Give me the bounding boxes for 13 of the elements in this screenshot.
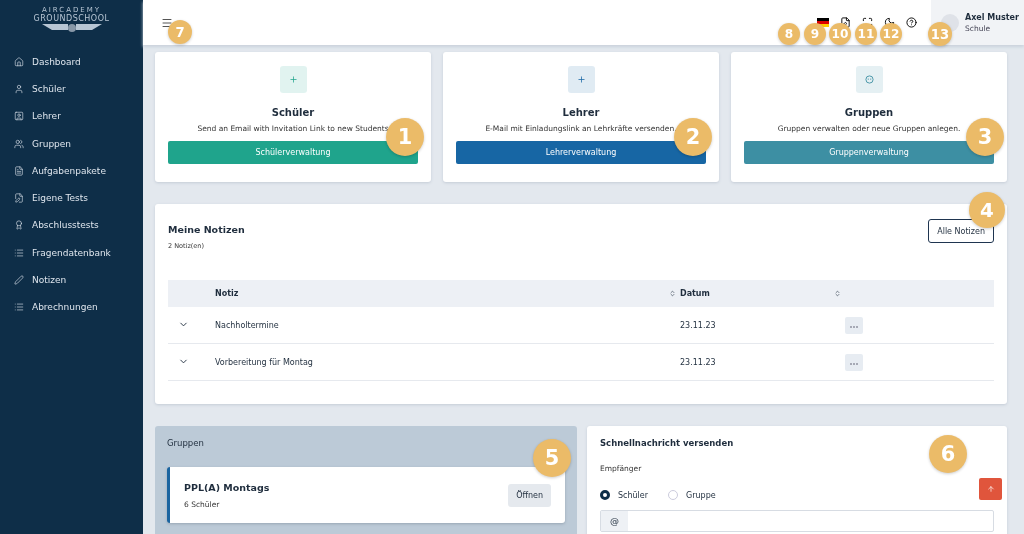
card-title: Lehrer bbox=[562, 107, 600, 118]
numbered-callout-tooltip: 4 bbox=[969, 192, 1005, 228]
panel-title: Gruppen bbox=[167, 438, 205, 448]
group-name: PPL(A) Montags bbox=[184, 481, 270, 493]
table-cell-text: 23.11.23 bbox=[680, 357, 717, 367]
notes-title: Meine Notizen bbox=[168, 224, 245, 235]
user-name: Axel Muster bbox=[965, 12, 1019, 22]
table-cell-text: 23.11.23 bbox=[680, 320, 717, 330]
card-title: Gruppen bbox=[844, 107, 894, 118]
card-title: Schnellnachricht versenden bbox=[600, 438, 735, 448]
table-cell-text: Vorbereitung für Montag bbox=[215, 357, 314, 367]
card-title: Schüler bbox=[271, 107, 315, 118]
table-cell-text: Nachholtermine bbox=[215, 320, 280, 330]
